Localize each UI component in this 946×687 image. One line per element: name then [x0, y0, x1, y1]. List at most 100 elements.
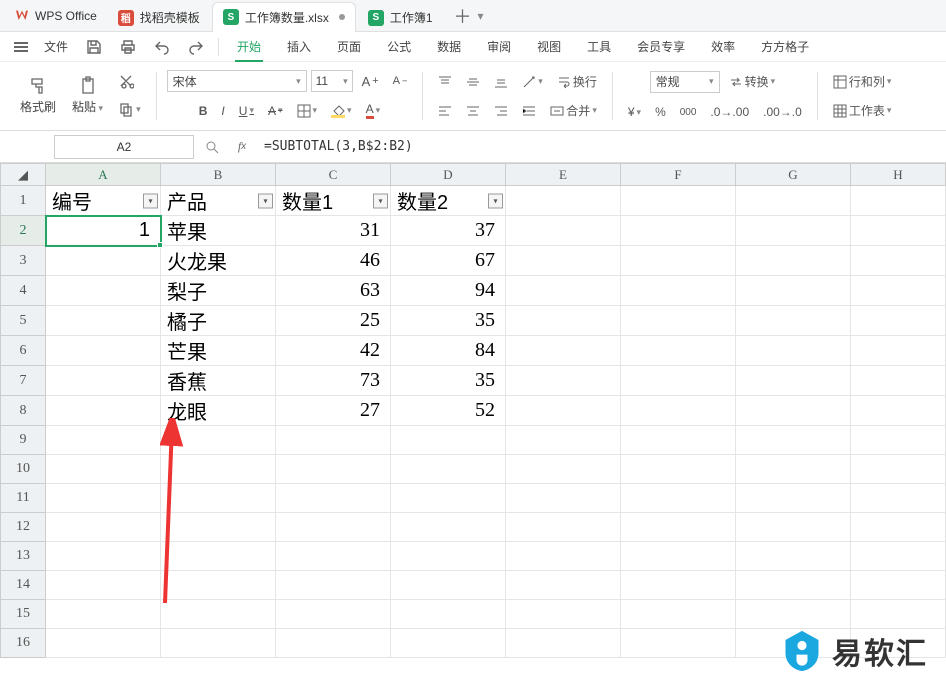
cell[interactable] [46, 396, 161, 426]
name-box[interactable]: A2 [54, 135, 194, 159]
cell[interactable] [736, 542, 851, 571]
cell[interactable] [46, 484, 161, 513]
cell[interactable] [851, 306, 946, 336]
qat-save[interactable] [78, 35, 110, 59]
ribbon-tab-insert[interactable]: 插入 [275, 34, 323, 59]
bold-button[interactable]: B [194, 101, 213, 121]
cell[interactable] [621, 426, 736, 455]
cell[interactable] [736, 571, 851, 600]
col-header-A[interactable]: A [46, 164, 161, 186]
cell[interactable] [736, 336, 851, 366]
cell[interactable]: 42 [276, 336, 391, 366]
font-family-select[interactable]: 宋体▾ [167, 70, 307, 92]
cell[interactable] [506, 426, 621, 455]
cell[interactable]: 编号 [46, 186, 161, 216]
cell[interactable]: 火龙果 [161, 246, 276, 276]
cell[interactable]: 31 [276, 216, 391, 246]
cell[interactable] [46, 366, 161, 396]
row-col-button[interactable]: 行和列▾ [828, 70, 897, 93]
cell[interactable] [506, 216, 621, 246]
align-right-button[interactable] [489, 101, 513, 121]
cell[interactable] [391, 426, 506, 455]
cell[interactable] [621, 216, 736, 246]
cell[interactable] [621, 629, 736, 658]
col-header-B[interactable]: B [161, 164, 276, 186]
cell[interactable] [851, 336, 946, 366]
cell[interactable] [736, 513, 851, 542]
italic-button[interactable]: I [216, 101, 229, 121]
cell[interactable] [506, 336, 621, 366]
cell[interactable] [851, 216, 946, 246]
cell[interactable] [161, 484, 276, 513]
cell[interactable] [851, 571, 946, 600]
cell[interactable] [46, 571, 161, 600]
cell-selected[interactable]: 1 [46, 216, 161, 246]
cell[interactable] [391, 600, 506, 629]
align-left-button[interactable] [433, 101, 457, 121]
cell[interactable] [391, 484, 506, 513]
col-header-E[interactable]: E [506, 164, 621, 186]
cell[interactable] [621, 542, 736, 571]
cell[interactable] [736, 600, 851, 629]
row-header[interactable]: 9 [1, 426, 46, 455]
col-header-D[interactable]: D [391, 164, 506, 186]
filter-dropdown-icon[interactable] [143, 193, 158, 208]
ribbon-tab-page[interactable]: 页面 [325, 34, 373, 59]
fill-handle[interactable] [157, 242, 163, 248]
cell[interactable] [736, 216, 851, 246]
filter-dropdown-icon[interactable] [258, 193, 273, 208]
ribbon-tab-tools[interactable]: 工具 [575, 34, 623, 59]
cell[interactable] [276, 629, 391, 658]
cell[interactable]: 67 [391, 246, 506, 276]
cell[interactable] [506, 513, 621, 542]
cell[interactable] [621, 600, 736, 629]
cell[interactable] [506, 396, 621, 426]
font-size-select[interactable]: 11▾ [311, 70, 353, 92]
cell[interactable] [161, 571, 276, 600]
cell[interactable] [506, 542, 621, 571]
cell[interactable] [851, 542, 946, 571]
row-header[interactable]: 11 [1, 484, 46, 513]
cell[interactable] [276, 426, 391, 455]
increase-font-button[interactable]: A+ [357, 71, 384, 92]
row-header[interactable]: 16 [1, 629, 46, 658]
row-header[interactable]: 12 [1, 513, 46, 542]
cell[interactable] [46, 629, 161, 658]
wrap-button[interactable]: 换行 [552, 70, 602, 93]
percent-button[interactable]: % [650, 102, 671, 122]
cell[interactable] [46, 306, 161, 336]
row-header[interactable]: 13 [1, 542, 46, 571]
cell[interactable] [851, 513, 946, 542]
cell[interactable] [276, 513, 391, 542]
cell[interactable] [736, 426, 851, 455]
cell[interactable] [161, 455, 276, 484]
cell[interactable]: 37 [391, 216, 506, 246]
merge-button[interactable]: 合并▾ [545, 99, 602, 122]
ribbon-tab-member[interactable]: 会员专享 [625, 34, 697, 59]
cell[interactable] [736, 186, 851, 216]
formula-input[interactable] [260, 135, 942, 159]
cell[interactable] [391, 629, 506, 658]
cell[interactable]: 苹果 [161, 216, 276, 246]
align-top-button[interactable] [433, 72, 457, 92]
cell[interactable] [621, 484, 736, 513]
border-button[interactable]: ▾ [292, 101, 323, 121]
row-header[interactable]: 7 [1, 366, 46, 396]
cell[interactable] [276, 455, 391, 484]
cell[interactable]: 数量2 [391, 186, 506, 216]
ribbon-tab-efficiency[interactable]: 效率 [699, 34, 747, 59]
number-format-select[interactable]: 常规▾ [650, 71, 720, 93]
row-header[interactable]: 8 [1, 396, 46, 426]
row-header[interactable]: 10 [1, 455, 46, 484]
cell[interactable]: 25 [276, 306, 391, 336]
worksheet-button[interactable]: 工作表▾ [828, 99, 897, 122]
cell[interactable] [506, 629, 621, 658]
col-header-C[interactable]: C [276, 164, 391, 186]
cell[interactable] [161, 629, 276, 658]
cell[interactable] [276, 484, 391, 513]
cell[interactable]: 27 [276, 396, 391, 426]
cell[interactable] [506, 246, 621, 276]
ribbon-tab-fangfang[interactable]: 方方格子 [749, 34, 821, 59]
cell[interactable] [621, 513, 736, 542]
cell[interactable] [621, 186, 736, 216]
